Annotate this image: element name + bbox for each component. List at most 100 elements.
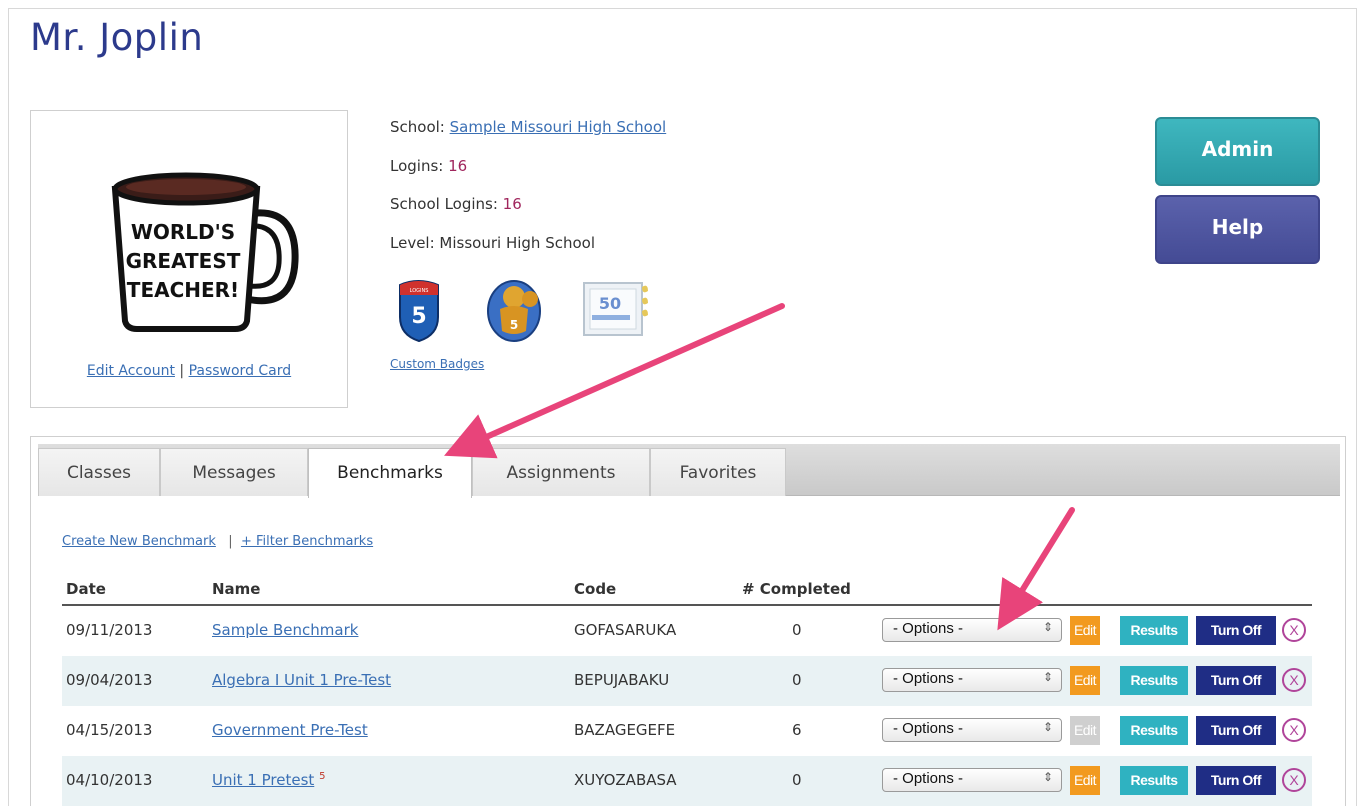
row-date: 04/10/2013 [66,771,153,789]
password-card-link[interactable]: Password Card [189,363,292,379]
edit-button[interactable]: Edit [1070,766,1100,795]
school-row: School: Sample Missouri High School [390,118,666,157]
help-button[interactable]: Help [1155,195,1320,264]
tab-assignments[interactable]: Assignments [472,448,650,496]
row-completed: 0 [792,621,802,639]
mascot-badge-icon[interactable]: 5 [487,280,541,342]
table-header: Date Name Code # Completed [62,576,1312,606]
benchmark-name-link[interactable]: Government Pre-Test [212,721,368,739]
row-name-superscript: 5 [319,771,326,782]
edit-account-link[interactable]: Edit Account [87,363,175,379]
edit-button-disabled: Edit [1070,716,1100,745]
badge-mascot-number: 5 [510,318,518,332]
tab-favorites[interactable]: Favorites [650,448,786,496]
row-code: XUYOZABASA [574,771,677,789]
logins-label: Logins: [390,156,449,175]
actions-separator: | [228,534,233,549]
results-button[interactable]: Results [1120,766,1188,795]
column-header-date: Date [66,580,106,598]
row-completed: 0 [792,671,802,689]
interstate-shield-badge-icon[interactable]: LOGINS 5 [399,280,439,343]
account-links-separator: | [179,363,185,379]
tab-classes[interactable]: Classes [38,448,160,496]
options-select-value: - Options - [893,720,964,737]
mug-text-line-3: TEACHER! [127,278,239,302]
table-row: 04/10/2013 Unit 1 Pretest 5 XUYOZABASA 0… [62,756,1312,806]
turn-off-button[interactable]: Turn Off [1196,666,1276,695]
school-logins-row: School Logins: 16 [390,195,666,234]
column-header-completed: # Completed [742,580,851,598]
logins-row: Logins: 16 [390,157,666,196]
certificate-badge-icon[interactable]: 50 [583,282,648,336]
results-button[interactable]: Results [1120,616,1188,645]
account-links: Edit Account | Password Card [31,363,347,379]
row-completed: 0 [792,771,802,789]
options-select[interactable]: - Options - ⇕ [882,668,1062,692]
edit-button[interactable]: Edit [1070,666,1100,695]
results-button[interactable]: Results [1120,716,1188,745]
benchmark-actions: Create New Benchmark | + Filter Benchmar… [62,534,373,549]
row-name-cell: Government Pre-Test [212,721,368,739]
options-select-value: - Options - [893,770,964,787]
turn-off-button[interactable]: Turn Off [1196,716,1276,745]
tab-benchmarks[interactable]: Benchmarks [308,448,472,498]
badge-logins-number: 5 [411,304,426,329]
column-header-name: Name [212,580,261,598]
school-logins-value: 16 [502,195,522,213]
profile-card: WORLD'S GREATEST TEACHER! Edit Account |… [30,110,348,408]
row-date: 09/11/2013 [66,621,153,639]
benchmark-name-link[interactable]: Sample Benchmark [212,621,358,639]
options-select[interactable]: - Options - ⇕ [882,618,1062,642]
select-arrows-icon: ⇕ [1042,770,1053,784]
row-name-cell: Unit 1 Pretest 5 [212,771,325,789]
school-link[interactable]: Sample Missouri High School [450,118,667,136]
options-select[interactable]: - Options - ⇕ [882,718,1062,742]
column-header-code: Code [574,580,617,598]
table-row: 09/11/2013 Sample Benchmark GOFASARUKA 0… [62,606,1312,656]
edit-button[interactable]: Edit [1070,616,1100,645]
badge-logins-caption: LOGINS [410,288,429,294]
school-logins-label: School Logins: [390,195,503,213]
admin-button[interactable]: Admin [1155,117,1320,186]
row-code: BAZAGEGEFE [574,721,676,739]
mug-text-line-2: GREATEST [126,249,241,273]
results-button[interactable]: Results [1120,666,1188,695]
delete-icon[interactable]: X [1282,618,1306,642]
page-title: Mr. Joplin [30,16,204,59]
school-label: School: [390,118,450,136]
benchmark-name-link[interactable]: Algebra I Unit 1 Pre-Test [212,671,391,689]
benchmark-name-link[interactable]: Unit 1 Pretest [212,771,314,789]
table-row: 09/04/2013 Algebra I Unit 1 Pre-Test BEP… [62,656,1312,706]
row-name-cell: Sample Benchmark [212,621,358,639]
options-select[interactable]: - Options - ⇕ [882,768,1062,792]
custom-badges: Custom Badges [390,357,484,371]
turn-off-button[interactable]: Turn Off [1196,616,1276,645]
level-value: Missouri High School [439,233,595,252]
options-select-value: - Options - [893,620,964,637]
row-completed: 6 [792,721,802,739]
turn-off-button[interactable]: Turn Off [1196,766,1276,795]
logins-value: 16 [448,156,468,175]
select-arrows-icon: ⇕ [1042,620,1053,634]
teacher-info: School: Sample Missouri High School Logi… [390,118,666,272]
select-arrows-icon: ⇕ [1042,670,1053,684]
table-row: 04/15/2013 Government Pre-Test BAZAGEGEF… [62,706,1312,756]
mug-avatar-image: WORLD'S GREATEST TEACHER! [111,172,299,332]
custom-badges-link[interactable]: Custom Badges [390,357,484,371]
tab-messages[interactable]: Messages [160,448,308,496]
filter-benchmarks-link[interactable]: + Filter Benchmarks [241,534,373,549]
level-row: Level: Missouri High School [390,234,666,273]
level-label: Level: [390,233,440,252]
row-date: 09/04/2013 [66,671,153,689]
mug-text-line-1: WORLD'S [131,220,235,244]
row-code: GOFASARUKA [574,621,677,639]
options-select-value: - Options - [893,670,964,687]
create-benchmark-link[interactable]: Create New Benchmark [62,534,216,549]
delete-icon[interactable]: X [1282,668,1306,692]
delete-icon[interactable]: X [1282,768,1306,792]
row-name-cell: Algebra I Unit 1 Pre-Test [212,671,391,689]
badges-row: LOGINS 5 5 50 [399,280,648,343]
delete-icon[interactable]: X [1282,718,1306,742]
select-arrows-icon: ⇕ [1042,720,1053,734]
row-date: 04/15/2013 [66,721,153,739]
